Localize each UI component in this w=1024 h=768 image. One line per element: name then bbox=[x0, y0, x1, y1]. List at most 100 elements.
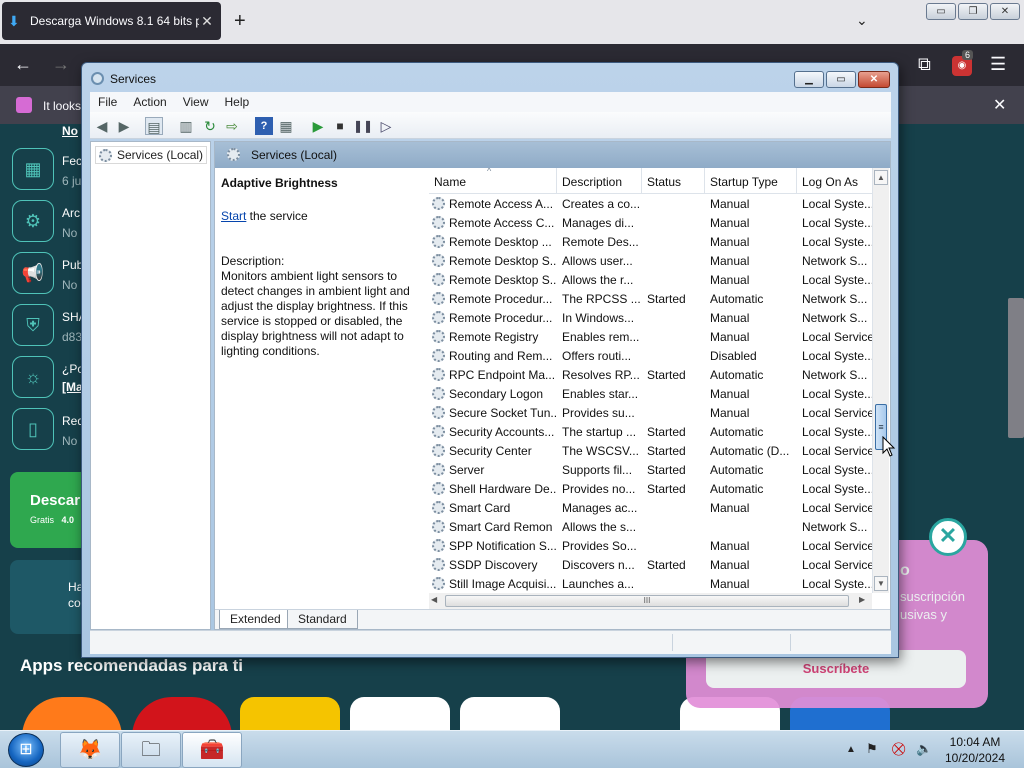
action-center-icon[interactable]: ⚑ bbox=[866, 741, 878, 757]
vertical-scrollbar[interactable]: ▲ ≡ ▼ bbox=[872, 168, 889, 593]
tab-extended[interactable]: Extended bbox=[219, 610, 292, 629]
table-row[interactable]: Remote Access C... Manages di... Manual Loc… bbox=[429, 214, 877, 233]
start-service-icon[interactable]: ▶ bbox=[309, 117, 327, 135]
cell-startup-type: Manual bbox=[710, 406, 750, 420]
scroll-down-icon[interactable]: ▼ bbox=[874, 576, 888, 591]
table-row[interactable]: Secure Socket Tun... Provides su... Manual… bbox=[429, 404, 877, 423]
close-tab-icon[interactable]: ✕ bbox=[199, 13, 215, 30]
cell-description: Provides no... bbox=[562, 482, 636, 496]
explorer-taskbar-icon[interactable]: 🗀 bbox=[121, 732, 181, 768]
col-name[interactable]: Name ^ bbox=[429, 168, 557, 194]
scroll-up-icon[interactable]: ▲ bbox=[874, 170, 888, 185]
app-tile[interactable] bbox=[132, 697, 232, 730]
service-gear-icon bbox=[432, 425, 445, 438]
menu-help[interactable]: Help bbox=[217, 95, 258, 109]
col-description[interactable]: Description bbox=[557, 168, 642, 194]
app-tile[interactable] bbox=[350, 697, 450, 730]
side-item-title[interactable]: No bbox=[62, 124, 78, 138]
cell-name: Secure Socket Tun... bbox=[449, 406, 557, 420]
table-row[interactable]: Smart Card Manages ac... Manual Local Servi… bbox=[429, 499, 877, 518]
export-list-icon[interactable]: ⇨ bbox=[223, 117, 241, 135]
browser-close-button[interactable]: ✕ bbox=[990, 3, 1020, 20]
back-icon[interactable]: ◀ bbox=[93, 117, 111, 135]
list-header: Name ^ Description Status Startup Type Lo… bbox=[429, 168, 877, 194]
browser-tab[interactable]: ⬇ Descarga Windows 8.1 64 bits p ✕ bbox=[2, 2, 221, 40]
table-row[interactable]: SSDP Discovery Discovers n... Started Manua… bbox=[429, 556, 877, 575]
network-error-icon[interactable]: ⛒ bbox=[892, 741, 905, 757]
menu-view[interactable]: View bbox=[175, 95, 217, 109]
forward-icon[interactable]: ▶ bbox=[115, 117, 133, 135]
table-row[interactable]: Remote Desktop S... Allows the r... Manual… bbox=[429, 271, 877, 290]
col-status[interactable]: Status bbox=[642, 168, 705, 194]
minimize-button[interactable]: ▁ bbox=[794, 71, 824, 88]
volume-icon[interactable]: 🔈 bbox=[916, 741, 932, 757]
device-icon: ▯ bbox=[12, 408, 54, 450]
help-icon[interactable]: ? bbox=[255, 117, 273, 135]
refresh-icon[interactable]: ↻ bbox=[201, 117, 219, 135]
table-row[interactable]: Remote Procedur... In Windows... Manual Net… bbox=[429, 309, 877, 328]
pause-service-icon[interactable]: ❚❚ bbox=[353, 117, 373, 135]
firefox-taskbar-icon[interactable]: 🦊 bbox=[60, 732, 120, 768]
stop-service-icon[interactable]: ■ bbox=[331, 117, 349, 135]
show-hidden-icons-icon[interactable]: ▲ bbox=[846, 744, 856, 755]
back-arrow-icon[interactable]: ← bbox=[14, 54, 32, 75]
view-tabs: Extended Standard bbox=[215, 609, 890, 629]
start-service-link[interactable]: Start bbox=[221, 209, 246, 223]
new-tab-button[interactable]: + bbox=[234, 10, 246, 33]
table-row[interactable]: Secondary Logon Enables star... Manual Loca… bbox=[429, 385, 877, 404]
side-item-sub: d83 bbox=[62, 330, 83, 344]
menu-file[interactable]: File bbox=[90, 95, 125, 109]
table-row[interactable]: Remote Desktop ... Remote Des... Manual Loc… bbox=[429, 233, 877, 252]
menu-hamburger-icon[interactable]: ☰ bbox=[990, 54, 1006, 75]
show-hide-tree-icon[interactable]: ▤ bbox=[145, 117, 163, 135]
table-row[interactable]: Smart Card Remon Allows the s... Network S… bbox=[429, 518, 877, 537]
scroll-right-icon[interactable]: ▶ bbox=[859, 595, 865, 604]
promo-close-icon[interactable]: ✕ bbox=[929, 518, 967, 556]
app-tile[interactable] bbox=[460, 697, 560, 730]
table-row[interactable]: Remote Access A... Creates a co... Manual L… bbox=[429, 195, 877, 214]
horizontal-scrollbar[interactable]: ◀ III ▶ bbox=[429, 593, 872, 609]
properties-icon[interactable]: ▥ bbox=[177, 117, 195, 135]
col-log-on-as[interactable]: Log On As bbox=[797, 168, 877, 194]
cell-description: In Windows... bbox=[562, 311, 635, 325]
services-taskbar-icon[interactable]: 🧰 bbox=[182, 732, 242, 768]
side-item-link[interactable]: [Ma bbox=[62, 380, 83, 394]
col-startup-type[interactable]: Startup Type bbox=[705, 168, 797, 194]
table-row[interactable]: Remote Desktop S... Allows user... Manual N… bbox=[429, 252, 877, 271]
list-all-tabs-button[interactable]: ⌄ bbox=[856, 12, 868, 29]
table-row[interactable]: Remote Procedur... The RPCSS ... Started Au… bbox=[429, 290, 877, 309]
table-row[interactable]: Server Supports fil... Started Automatic Loc… bbox=[429, 461, 877, 480]
page-scrollbar[interactable] bbox=[1008, 298, 1024, 438]
download-label: Descar bbox=[30, 492, 81, 509]
table-row[interactable]: Still Image Acquisi... Launches a... Manua… bbox=[429, 575, 877, 593]
app-tile[interactable] bbox=[22, 697, 122, 730]
maximize-button[interactable]: ▭ bbox=[826, 71, 856, 88]
table-row[interactable]: SPP Notification S... Provides So... Manua… bbox=[429, 537, 877, 556]
cell-log-on-as: Local Syste... bbox=[802, 463, 875, 477]
description-label: Description: bbox=[221, 254, 285, 268]
table-row[interactable]: Shell Hardware De... Provides no... Starte… bbox=[429, 480, 877, 499]
table-row[interactable]: Routing and Rem... Offers routi... Disable… bbox=[429, 347, 877, 366]
table-row[interactable]: RPC Endpoint Ma... Resolves RP... Started A… bbox=[429, 366, 877, 385]
close-notice-icon[interactable]: ✕ bbox=[993, 95, 1006, 115]
tab-standard[interactable]: Standard bbox=[287, 610, 358, 629]
hscroll-thumb[interactable]: III bbox=[445, 595, 849, 607]
close-button[interactable]: ✕ bbox=[858, 71, 890, 88]
restart-service-icon[interactable]: ▷ bbox=[377, 117, 395, 135]
forward-arrow-icon[interactable]: → bbox=[52, 54, 70, 75]
extensions-icon[interactable]: ⧉ bbox=[918, 54, 931, 75]
table-row[interactable]: Security Center The WSCSV... Started Automa… bbox=[429, 442, 877, 461]
extension-badge: 6 bbox=[962, 50, 974, 60]
table-row[interactable]: Remote Registry Enables rem... Manual Local… bbox=[429, 328, 877, 347]
clock[interactable]: 10:04 AM 10/20/2024 bbox=[940, 734, 1010, 766]
scroll-left-icon[interactable]: ◀ bbox=[431, 595, 437, 604]
start-button[interactable]: ⊞ bbox=[8, 733, 44, 767]
menu-action[interactable]: Action bbox=[125, 95, 174, 109]
browser-minimize-button[interactable]: ▭ bbox=[926, 3, 956, 20]
table-row[interactable]: Security Accounts... The startup ... Start… bbox=[429, 423, 877, 442]
pane-header: Services (Local) bbox=[215, 142, 890, 168]
browser-maximize-button[interactable]: ❐ bbox=[958, 3, 988, 20]
tree-item-services-local[interactable]: Services (Local) bbox=[95, 146, 208, 164]
app-tile[interactable] bbox=[240, 697, 340, 730]
console-icon[interactable]: ▦ bbox=[277, 117, 295, 135]
